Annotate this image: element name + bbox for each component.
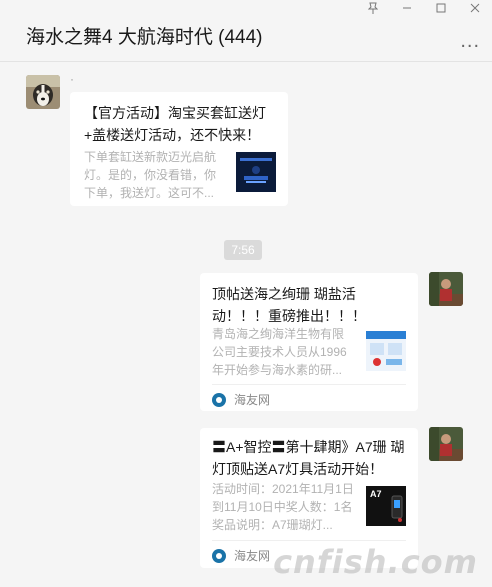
card-source: 海友网 bbox=[212, 391, 270, 408]
timestamp: 7:56 bbox=[224, 240, 262, 260]
thumbnail-image: A7 bbox=[366, 486, 406, 526]
card-title: 〓A+智控〓第十肆期》A7珊 瑚灯顶贴送A7灯具活动开始！ bbox=[212, 439, 405, 477]
thumbnail-label: A7 bbox=[370, 489, 382, 499]
card-title: 【官方活动】淘宝买套缸送灯+盖楼送灯活动，还不快来！ bbox=[84, 105, 266, 143]
title-bar: 海水之舞4 大航海时代 (444) ... bbox=[0, 0, 492, 62]
pin-icon[interactable] bbox=[356, 0, 390, 16]
thumbnail-image bbox=[236, 152, 276, 192]
thumbnail-image bbox=[366, 331, 406, 371]
maximize-icon[interactable] bbox=[424, 0, 458, 16]
avatar[interactable] bbox=[26, 75, 60, 109]
more-options-button[interactable]: ... bbox=[460, 30, 480, 53]
source-logo-icon bbox=[212, 392, 226, 407]
card-source: 海友网 bbox=[212, 547, 270, 564]
minimize-icon[interactable] bbox=[390, 0, 424, 16]
card-description: 下单套缸送新款迈光启航灯。是的，你没看错，你下单，我送灯。这可不... bbox=[84, 150, 217, 200]
close-icon[interactable] bbox=[458, 0, 492, 16]
chat-title: 海水之舞4 大航海时代 (444) bbox=[26, 27, 263, 48]
source-name: 海友网 bbox=[234, 549, 271, 563]
avatar[interactable] bbox=[429, 272, 463, 306]
card-divider bbox=[212, 540, 406, 541]
watermark-logo: cnfish.com bbox=[273, 543, 478, 581]
article-card[interactable]: 顶帖送海之绚珊 瑚盐活动！！！重磅推出！！！ 青岛海之绚海洋生物有限公司主要技术… bbox=[200, 273, 418, 411]
source-name: 海友网 bbox=[234, 393, 271, 407]
source-logo-icon bbox=[212, 548, 226, 563]
sender-name: · bbox=[70, 72, 74, 86]
article-card[interactable]: 【官方活动】淘宝买套缸送灯+盖楼送灯活动，还不快来！ 下单套缸送新款迈光启航灯。… bbox=[70, 92, 288, 206]
card-description: 青岛海之绚海洋生物有限公司主要技术人员从1996年开始参与海水素的研... bbox=[212, 327, 347, 377]
card-title: 顶帖送海之绚珊 瑚盐活动！！！重磅推出！！！ bbox=[212, 286, 366, 324]
card-divider bbox=[212, 384, 406, 385]
avatar[interactable] bbox=[429, 427, 463, 461]
card-description: 活动时间：2021年11月1日到11月10日中奖人数：1名奖品说明：A7珊瑚灯.… bbox=[212, 482, 354, 532]
